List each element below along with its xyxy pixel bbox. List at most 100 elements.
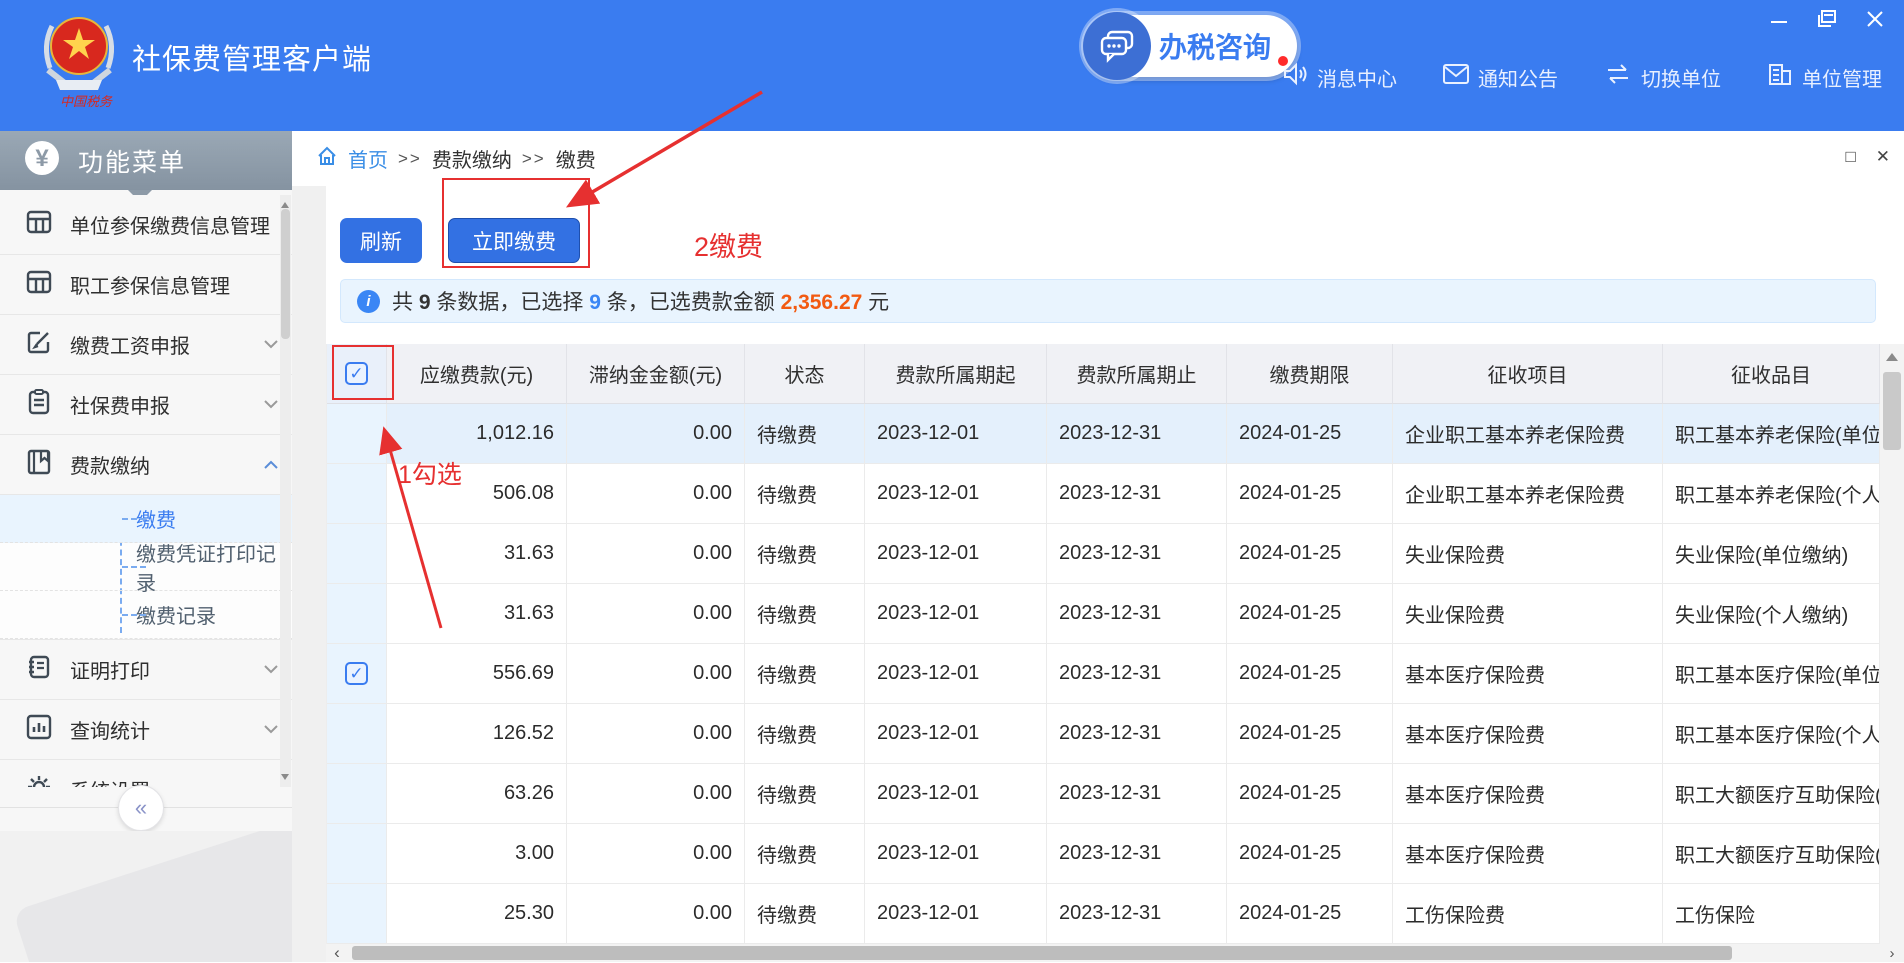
column-header: 缴费期限 xyxy=(1227,344,1393,404)
select-all-cell: ✓ xyxy=(327,344,387,404)
row-checkbox-cell[interactable] xyxy=(327,404,387,464)
info-icon: i xyxy=(357,290,380,313)
table-cell: 2024-01-25 xyxy=(1227,404,1393,464)
table-cell: 2023-12-01 xyxy=(865,584,1047,644)
pane-close-icon[interactable]: ✕ xyxy=(1876,147,1890,167)
table-row[interactable]: 31.630.00待缴费2023-12-012023-12-312024-01-… xyxy=(327,524,1880,584)
logo-caption-text: 中国税务 xyxy=(60,94,113,109)
row-checkbox-cell[interactable] xyxy=(327,584,387,644)
scrollbar-thumb[interactable] xyxy=(1883,372,1901,450)
table-cell: 2023-12-31 xyxy=(1047,524,1227,584)
table-row[interactable]: 31.630.00待缴费2023-12-012023-12-312024-01-… xyxy=(327,584,1880,644)
envelope-icon xyxy=(1443,63,1469,91)
sidebar-collapse-button[interactable]: « xyxy=(118,785,164,831)
row-checkbox-cell[interactable]: ✓ xyxy=(327,644,387,704)
content-area: 首页 >> 费款缴纳 >> 缴费 □ ✕ 刷新 立即缴费 i 共 9 条数据，已… xyxy=(292,131,1904,962)
close-icon[interactable] xyxy=(1864,8,1886,30)
table-cell: 待缴费 xyxy=(745,884,865,944)
sidebar-item-certificate-print[interactable]: 证明打印 xyxy=(0,640,292,700)
select-all-checkbox[interactable]: ✓ xyxy=(345,362,368,385)
table-row[interactable]: 1,012.160.00待缴费2023-12-012023-12-312024-… xyxy=(327,404,1880,464)
app-title: 社保费管理客户端 xyxy=(132,36,372,78)
scroll-up-icon[interactable] xyxy=(1880,344,1904,368)
table-cell: 待缴费 xyxy=(745,584,865,644)
table-row[interactable]: 25.300.00待缴费2023-12-012023-12-312024-01-… xyxy=(327,884,1880,944)
row-checkbox-cell[interactable] xyxy=(327,464,387,524)
table-row[interactable]: 506.080.00待缴费2023-12-012023-12-312024-01… xyxy=(327,464,1880,524)
info-bar: i 共 9 条数据，已选择 9 条，已选费款金额 2,356.27 元 xyxy=(340,279,1876,323)
table-cell: 职工基本养老保险(单位缴纳) xyxy=(1663,404,1880,464)
header-menu-switch-unit[interactable]: 切换单位 xyxy=(1604,63,1721,92)
row-checkbox[interactable]: ✓ xyxy=(345,662,368,685)
table-cell: 职工大额医疗互助保险(个人缴纳) xyxy=(1663,824,1880,884)
breadcrumb: 首页 >> 费款缴纳 >> 缴费 □ ✕ xyxy=(292,131,1904,186)
table-cell: 2023-12-31 xyxy=(1047,584,1227,644)
row-checkbox-cell[interactable] xyxy=(327,764,387,824)
column-header: 滞纳金金额(元) xyxy=(567,344,745,404)
horizontal-scrollbar[interactable]: ‹ xyxy=(326,944,1880,962)
row-checkbox-cell[interactable] xyxy=(327,524,387,584)
table-cell: 工伤保险费 xyxy=(1393,884,1663,944)
refresh-button[interactable]: 刷新 xyxy=(340,218,422,263)
chevron-down-icon xyxy=(264,396,278,414)
breadcrumb-item: 费款缴纳 xyxy=(432,144,512,173)
scroll-down-icon[interactable] xyxy=(281,774,289,784)
scrollbar-thumb[interactable] xyxy=(281,209,290,339)
table-cell: 2024-01-25 xyxy=(1227,884,1393,944)
home-icon[interactable] xyxy=(316,145,338,172)
scroll-up-icon[interactable] xyxy=(281,198,289,208)
sidebar-scrollbar[interactable] xyxy=(280,195,291,787)
sidebar-item-fee-payment[interactable]: 费款缴纳 xyxy=(0,435,292,495)
sidebar-item-salary-declare[interactable]: 缴费工资申报 xyxy=(0,315,292,375)
minimize-icon[interactable] xyxy=(1768,8,1790,30)
row-checkbox-cell[interactable] xyxy=(327,704,387,764)
pane-restore-icon[interactable]: □ xyxy=(1845,147,1855,167)
scroll-left-icon[interactable]: ‹ xyxy=(326,943,348,963)
vertical-scrollbar[interactable] xyxy=(1880,344,1904,944)
row-checkbox-cell[interactable] xyxy=(327,884,387,944)
table-row[interactable]: 63.260.00待缴费2023-12-012023-12-312024-01-… xyxy=(327,764,1880,824)
chart-icon xyxy=(26,714,52,745)
sidebar-item-payment-records[interactable]: 缴费记录 xyxy=(0,591,292,639)
breadcrumb-home[interactable]: 首页 xyxy=(348,144,388,173)
sidebar-item-unit-insured-info[interactable]: 单位参保缴费信息管理 xyxy=(0,195,292,255)
table-cell: 0.00 xyxy=(567,764,745,824)
table-cell: 待缴费 xyxy=(745,704,865,764)
taxation-logo: 中国税务 xyxy=(36,6,122,110)
sidebar-item-query-statistics[interactable]: 查询统计 xyxy=(0,700,292,760)
header-menu-label: 单位管理 xyxy=(1802,63,1882,92)
sidebar-item-pay[interactable]: 缴费 xyxy=(0,495,292,543)
app-header: 中国税务 社保费管理客户端 办税咨询 消息中心 xyxy=(0,0,1904,131)
restore-icon[interactable] xyxy=(1816,8,1838,30)
scroll-right-icon[interactable]: › xyxy=(1880,944,1904,962)
pay-now-button[interactable]: 立即缴费 xyxy=(448,218,580,263)
scrollbar-thumb[interactable] xyxy=(352,946,1732,960)
chevron-down-icon xyxy=(264,336,278,354)
sidebar-item-payment-voucher-print-records[interactable]: 缴费凭证打印记录 xyxy=(0,543,292,591)
table-cell: 工伤保险 xyxy=(1663,884,1880,944)
info-text: 共 9 条数据，已选择 9 条，已选费款金额 2,356.27 元 xyxy=(392,286,889,316)
table-row[interactable]: 3.000.00待缴费2023-12-012023-12-312024-01-2… xyxy=(327,824,1880,884)
main-panel: 刷新 立即缴费 i 共 9 条数据，已选择 9 条，已选费款金额 2,356.2… xyxy=(326,186,1904,962)
table-cell: 2024-01-25 xyxy=(1227,644,1393,704)
header-menu-unit-management[interactable]: 单位管理 xyxy=(1767,62,1882,92)
table-cell: 2024-01-25 xyxy=(1227,704,1393,764)
table-cell: 2024-01-25 xyxy=(1227,464,1393,524)
table-row[interactable]: ✓556.690.00待缴费2023-12-012023-12-312024-0… xyxy=(327,644,1880,704)
tax-consult-button[interactable]: 办税咨询 xyxy=(1085,15,1297,77)
table-cell: 0.00 xyxy=(567,884,745,944)
table-cell: 0.00 xyxy=(567,584,745,644)
header-menu-message-center[interactable]: 消息中心 xyxy=(1282,62,1397,92)
sidebar-item-social-fee-declare[interactable]: 社保费申报 xyxy=(0,375,292,435)
column-header: 费款所属期起 xyxy=(865,344,1047,404)
sidebar-watermark xyxy=(0,831,292,962)
table-cell: 基本医疗保险费 xyxy=(1393,704,1663,764)
sidebar-item-employee-insured-info[interactable]: 职工参保信息管理 xyxy=(0,255,292,315)
table-cell: 2023-12-01 xyxy=(865,464,1047,524)
column-header: 征收项目 xyxy=(1393,344,1663,404)
header-menu-notices[interactable]: 通知公告 xyxy=(1443,63,1558,92)
table-row[interactable]: 126.520.00待缴费2023-12-012023-12-312024-01… xyxy=(327,704,1880,764)
row-checkbox-cell[interactable] xyxy=(327,824,387,884)
sidebar-item-system-settings[interactable]: 系统设置 xyxy=(0,760,292,787)
table-cell: 失业保险费 xyxy=(1393,524,1663,584)
